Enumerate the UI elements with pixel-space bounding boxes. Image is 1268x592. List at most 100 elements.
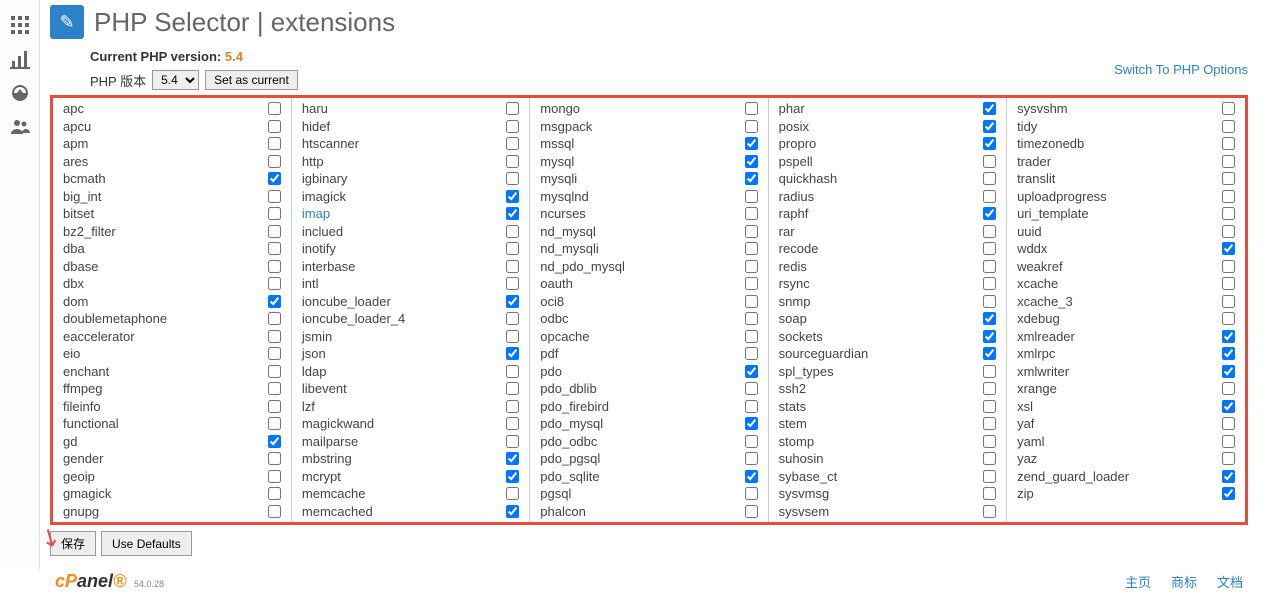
extension-checkbox[interactable] bbox=[1222, 207, 1235, 220]
extension-checkbox[interactable] bbox=[983, 137, 996, 150]
php-version-select[interactable]: 5.4 bbox=[152, 70, 199, 90]
extension-checkbox[interactable] bbox=[745, 120, 758, 133]
extension-checkbox[interactable] bbox=[506, 435, 519, 448]
extension-checkbox[interactable] bbox=[745, 277, 758, 290]
set-as-current-button[interactable]: Set as current bbox=[205, 70, 298, 90]
users-icon[interactable] bbox=[0, 110, 40, 144]
extension-checkbox[interactable] bbox=[983, 382, 996, 395]
extension-checkbox[interactable] bbox=[983, 435, 996, 448]
footer-link-trademark[interactable]: 商标 bbox=[1171, 572, 1197, 591]
extension-checkbox[interactable] bbox=[745, 330, 758, 343]
extension-checkbox[interactable] bbox=[268, 312, 281, 325]
extension-checkbox[interactable] bbox=[1222, 452, 1235, 465]
extension-checkbox[interactable] bbox=[268, 172, 281, 185]
dashboard-icon[interactable] bbox=[0, 76, 40, 110]
extension-checkbox[interactable] bbox=[745, 207, 758, 220]
extension-checkbox[interactable] bbox=[983, 242, 996, 255]
extension-checkbox[interactable] bbox=[506, 417, 519, 430]
extension-checkbox[interactable] bbox=[983, 470, 996, 483]
extension-checkbox[interactable] bbox=[1222, 277, 1235, 290]
extension-checkbox[interactable] bbox=[506, 470, 519, 483]
use-defaults-button[interactable]: Use Defaults bbox=[101, 531, 192, 556]
extension-checkbox[interactable] bbox=[745, 242, 758, 255]
extension-checkbox[interactable] bbox=[1222, 155, 1235, 168]
extension-checkbox[interactable] bbox=[983, 172, 996, 185]
extension-checkbox[interactable] bbox=[1222, 172, 1235, 185]
extension-checkbox[interactable] bbox=[745, 400, 758, 413]
extension-checkbox[interactable] bbox=[1222, 435, 1235, 448]
extension-checkbox[interactable] bbox=[745, 312, 758, 325]
extension-checkbox[interactable] bbox=[1222, 312, 1235, 325]
extension-checkbox[interactable] bbox=[506, 295, 519, 308]
extension-checkbox[interactable] bbox=[1222, 260, 1235, 273]
extension-checkbox[interactable] bbox=[745, 365, 758, 378]
extension-checkbox[interactable] bbox=[268, 435, 281, 448]
extension-checkbox[interactable] bbox=[506, 487, 519, 500]
extension-checkbox[interactable] bbox=[506, 137, 519, 150]
extension-checkbox[interactable] bbox=[268, 382, 281, 395]
extension-checkbox[interactable] bbox=[1222, 102, 1235, 115]
extension-checkbox[interactable] bbox=[506, 452, 519, 465]
extension-checkbox[interactable] bbox=[268, 137, 281, 150]
extension-checkbox[interactable] bbox=[1222, 347, 1235, 360]
extension-checkbox[interactable] bbox=[745, 452, 758, 465]
extension-checkbox[interactable] bbox=[745, 470, 758, 483]
extension-checkbox[interactable] bbox=[506, 190, 519, 203]
extension-checkbox[interactable] bbox=[268, 330, 281, 343]
extension-checkbox[interactable] bbox=[506, 225, 519, 238]
extension-checkbox[interactable] bbox=[745, 102, 758, 115]
extension-checkbox[interactable] bbox=[268, 260, 281, 273]
extension-checkbox[interactable] bbox=[1222, 190, 1235, 203]
extension-checkbox[interactable] bbox=[983, 312, 996, 325]
extension-checkbox[interactable] bbox=[745, 155, 758, 168]
extension-checkbox[interactable] bbox=[983, 190, 996, 203]
extension-checkbox[interactable] bbox=[506, 505, 519, 518]
extension-checkbox[interactable] bbox=[506, 330, 519, 343]
extension-checkbox[interactable] bbox=[268, 242, 281, 255]
extension-checkbox[interactable] bbox=[268, 487, 281, 500]
extension-checkbox[interactable] bbox=[983, 365, 996, 378]
extension-checkbox[interactable] bbox=[745, 417, 758, 430]
extension-checkbox[interactable] bbox=[1222, 137, 1235, 150]
extension-checkbox[interactable] bbox=[506, 400, 519, 413]
extension-checkbox[interactable] bbox=[268, 347, 281, 360]
extension-checkbox[interactable] bbox=[745, 435, 758, 448]
extension-checkbox[interactable] bbox=[1222, 487, 1235, 500]
extension-checkbox[interactable] bbox=[745, 295, 758, 308]
grid-icon[interactable] bbox=[0, 8, 40, 42]
extension-checkbox[interactable] bbox=[506, 102, 519, 115]
extension-checkbox[interactable] bbox=[1222, 242, 1235, 255]
extension-checkbox[interactable] bbox=[1222, 225, 1235, 238]
extension-checkbox[interactable] bbox=[268, 470, 281, 483]
extension-checkbox[interactable] bbox=[1222, 120, 1235, 133]
chart-icon[interactable] bbox=[0, 42, 40, 76]
extension-checkbox[interactable] bbox=[506, 365, 519, 378]
extension-checkbox[interactable] bbox=[983, 277, 996, 290]
extension-checkbox[interactable] bbox=[1222, 417, 1235, 430]
extension-checkbox[interactable] bbox=[983, 400, 996, 413]
extension-checkbox[interactable] bbox=[268, 452, 281, 465]
extension-checkbox[interactable] bbox=[745, 137, 758, 150]
extension-checkbox[interactable] bbox=[983, 505, 996, 518]
extension-checkbox[interactable] bbox=[983, 207, 996, 220]
extension-checkbox[interactable] bbox=[983, 155, 996, 168]
extension-checkbox[interactable] bbox=[983, 225, 996, 238]
extension-checkbox[interactable] bbox=[983, 295, 996, 308]
extension-checkbox[interactable] bbox=[745, 260, 758, 273]
extension-checkbox[interactable] bbox=[745, 382, 758, 395]
extension-checkbox[interactable] bbox=[983, 452, 996, 465]
switch-to-options-link[interactable]: Switch To PHP Options bbox=[1114, 62, 1248, 77]
extension-checkbox[interactable] bbox=[983, 347, 996, 360]
extension-checkbox[interactable] bbox=[1222, 330, 1235, 343]
extension-checkbox[interactable] bbox=[745, 172, 758, 185]
extension-checkbox[interactable] bbox=[268, 365, 281, 378]
extension-checkbox[interactable] bbox=[983, 330, 996, 343]
extension-checkbox[interactable] bbox=[1222, 382, 1235, 395]
extension-checkbox[interactable] bbox=[268, 120, 281, 133]
extension-checkbox[interactable] bbox=[1222, 470, 1235, 483]
extension-checkbox[interactable] bbox=[268, 155, 281, 168]
extension-checkbox[interactable] bbox=[983, 487, 996, 500]
extension-checkbox[interactable] bbox=[268, 505, 281, 518]
extension-checkbox[interactable] bbox=[745, 487, 758, 500]
extension-checkbox[interactable] bbox=[506, 120, 519, 133]
